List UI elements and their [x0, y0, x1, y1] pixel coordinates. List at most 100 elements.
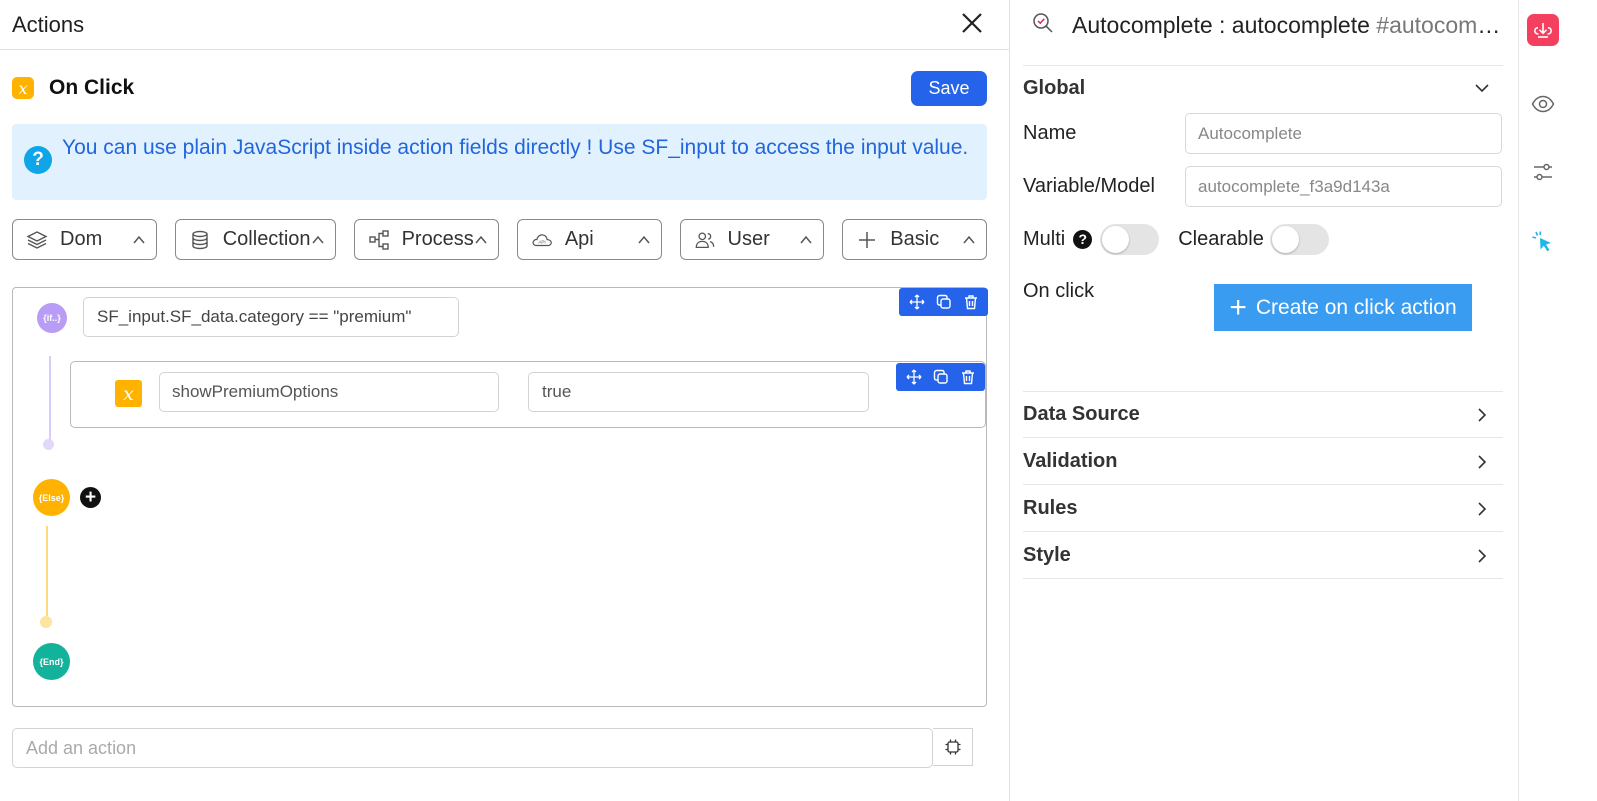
category-label: Dom: [60, 228, 103, 250]
create-action-label: Create on click action: [1255, 295, 1457, 319]
properties-panel: Autocomplete : autocomplete #autocomplet…: [1010, 0, 1518, 801]
category-api[interactable]: API Api: [516, 219, 662, 260]
layers-icon: [26, 229, 48, 251]
section-style[interactable]: Style: [1023, 533, 1503, 579]
set-block-toolbar: [896, 363, 985, 391]
chip-icon[interactable]: [933, 728, 973, 766]
multi-toggle[interactable]: [1100, 223, 1160, 255]
users-icon: [694, 229, 716, 251]
name-label: Name: [1023, 122, 1077, 144]
if-node[interactable]: {if..}: [37, 303, 67, 333]
section-title: Style: [1023, 544, 1071, 566]
properties-header: Autocomplete : autocomplete #autocomplet…: [1010, 0, 1518, 50]
variable-field-row: Variable/Model autocomplete_f3a9d143a: [1023, 166, 1503, 207]
chevron-up-icon: [962, 233, 976, 247]
actions-panel: Actions x On Click Save ? You can use pl…: [0, 0, 1010, 801]
help-icon: ?: [24, 146, 52, 174]
category-label: Process: [401, 228, 474, 250]
multi-label: Multi: [1023, 227, 1066, 250]
section-data-source[interactable]: Data Source: [1023, 392, 1503, 438]
chevron-up-icon: [132, 233, 146, 247]
info-banner: ? You can use plain JavaScript inside ac…: [12, 124, 987, 200]
category-process[interactable]: Process: [353, 219, 499, 260]
trash-icon[interactable]: [957, 366, 979, 388]
chevron-right-icon: [1473, 453, 1491, 471]
category-dom[interactable]: Dom: [12, 219, 157, 260]
value-input[interactable]: true: [528, 372, 869, 412]
function-icon: x: [115, 380, 142, 407]
close-icon[interactable]: [961, 10, 983, 40]
chevron-right-icon: [1473, 406, 1491, 424]
plus-icon: +: [1229, 290, 1247, 324]
category-label: Collection: [222, 228, 311, 250]
component-title: Autocomplete : autocomplete #autocomplet…: [1072, 12, 1512, 39]
download-cloud-icon[interactable]: [1527, 14, 1559, 46]
component-id: #autocomplete: [1369, 11, 1512, 38]
event-label: On Click: [49, 76, 135, 99]
clearable-label: Clearable: [1178, 227, 1264, 250]
section-rules[interactable]: Rules: [1023, 486, 1503, 532]
chevron-up-icon: [799, 233, 813, 247]
add-else-action-icon[interactable]: +: [80, 487, 101, 508]
create-on-click-action-button[interactable]: + Create on click action: [1214, 284, 1472, 331]
component-title-main: Autocomplete : autocomplete: [1072, 11, 1370, 38]
category-label: Basic: [890, 228, 940, 250]
section-validation[interactable]: Validation: [1023, 439, 1503, 485]
category-user[interactable]: User: [679, 219, 825, 260]
trash-icon[interactable]: [960, 291, 982, 313]
eye-icon[interactable]: [1527, 88, 1559, 120]
move-icon[interactable]: [903, 366, 925, 388]
if-branch-line: [49, 356, 51, 440]
section-global[interactable]: Global: [1023, 72, 1503, 104]
copy-icon[interactable]: [933, 291, 955, 313]
save-button[interactable]: Save: [911, 70, 987, 106]
divider: [1023, 65, 1503, 66]
actions-header: Actions: [0, 0, 1009, 50]
event-row: x On Click Save: [12, 70, 987, 106]
category-basic[interactable]: Basic: [842, 219, 988, 260]
pointer-click-icon[interactable]: [1527, 226, 1559, 258]
section-title: Validation: [1023, 450, 1118, 472]
if-branch-end-dot: [43, 439, 54, 450]
name-input[interactable]: Autocomplete: [1185, 113, 1502, 154]
inspect-search-icon: [1032, 12, 1054, 39]
clearable-toggle[interactable]: [1269, 223, 1329, 255]
chevron-up-icon: [311, 233, 325, 247]
help-icon[interactable]: ?: [1073, 229, 1093, 249]
end-node: {End}: [33, 643, 70, 680]
chevron-right-icon: [1473, 547, 1491, 565]
section-title: Global: [1023, 76, 1086, 99]
chevron-up-icon: [637, 233, 651, 247]
right-toolbar-rail: [1518, 0, 1597, 801]
plus-icon: [856, 229, 878, 251]
move-icon[interactable]: [906, 291, 928, 313]
variable-input[interactable]: showPremiumOptions: [159, 372, 499, 412]
database-icon: [189, 229, 211, 251]
info-text: You can use plain JavaScript inside acti…: [62, 136, 969, 159]
else-branch-end-dot: [40, 616, 52, 628]
else-node[interactable]: {Else}: [33, 479, 70, 516]
on-click-label: On click: [1023, 280, 1095, 302]
variable-label: Variable/Model: [1023, 175, 1155, 197]
category-collection[interactable]: Collection: [174, 219, 336, 260]
name-field-row: Name Autocomplete: [1023, 113, 1503, 154]
copy-icon[interactable]: [930, 366, 952, 388]
sliders-icon[interactable]: [1527, 156, 1559, 188]
chevron-up-icon: [474, 233, 488, 247]
chevron-down-icon: [1473, 79, 1491, 97]
actions-title: Actions: [12, 11, 85, 37]
category-label: Api: [564, 228, 594, 250]
cloud-api-icon: API: [531, 229, 553, 251]
action-flow-canvas: {if..} SF_input.SF_data.category == "pre…: [12, 287, 988, 707]
category-label: User: [727, 228, 770, 250]
add-action-input[interactable]: Add an action: [12, 728, 933, 768]
section-title: Data Source: [1023, 403, 1140, 425]
variable-model-input[interactable]: autocomplete_f3a9d143a: [1185, 166, 1502, 207]
function-icon: x: [12, 77, 34, 99]
action-categories: Dom Collection Process API Api User Basi…: [12, 219, 988, 260]
condition-input[interactable]: SF_input.SF_data.category == "premium": [83, 297, 459, 337]
toggle-row: Multi ? Clearable: [1023, 222, 1503, 256]
set-variable-block: x showPremiumOptions true: [70, 361, 986, 428]
if-block-toolbar: [899, 288, 988, 316]
svg-text:API: API: [538, 239, 545, 244]
